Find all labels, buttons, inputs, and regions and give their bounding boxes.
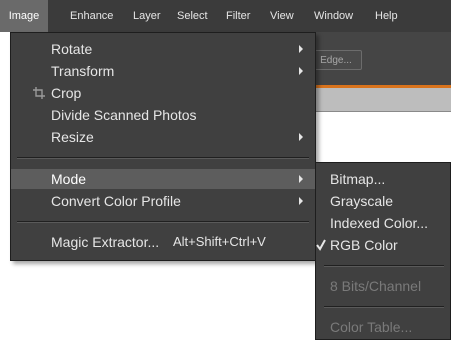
menu-layer[interactable]: Layer	[133, 0, 161, 32]
menu-item-label: Color Table...	[330, 319, 413, 335]
menu-help[interactable]: Help	[375, 0, 398, 32]
menu-item-label: Magic Extractor...	[51, 234, 160, 250]
menu-item-label: Crop	[51, 85, 82, 101]
menu-image[interactable]: Image	[0, 0, 48, 32]
crop-icon	[33, 87, 45, 99]
submenu-arrow-icon	[299, 197, 303, 205]
menu-item-label: Mode	[51, 171, 87, 187]
menu-item-indexed-color[interactable]: Indexed Color...	[316, 213, 450, 233]
submenu-arrow-icon	[299, 67, 303, 75]
menu-item-shortcut: Alt+Shift+Ctrl+V	[173, 234, 266, 249]
menu-item-label: Transform	[51, 63, 115, 79]
menu-item-label: Resize	[51, 129, 94, 145]
menu-item-rgb-color[interactable]: RGB Color	[316, 235, 450, 255]
checkmark-icon	[316, 239, 326, 251]
submenu-arrow-icon	[299, 45, 303, 53]
menu-select[interactable]: Select	[177, 0, 208, 32]
menu-item-crop[interactable]: Crop	[11, 83, 315, 103]
menu-item-8-bits-channel: 8 Bits/Channel	[316, 276, 450, 296]
submenu-arrow-icon	[299, 175, 303, 183]
menu-item-label: Indexed Color...	[330, 215, 429, 231]
menu-separator	[17, 221, 309, 223]
menu-item-bitmap[interactable]: Bitmap...	[316, 169, 450, 189]
menu-item-label: Bitmap...	[330, 171, 386, 187]
menu-view[interactable]: View	[270, 0, 294, 32]
menu-item-label: Convert Color Profile	[51, 193, 181, 209]
menu-item-rotate[interactable]: Rotate	[11, 39, 315, 59]
menu-separator	[324, 306, 444, 308]
menu-item-label: Divide Scanned Photos	[51, 107, 197, 123]
menu-item-color-table: Color Table...	[316, 317, 450, 337]
refine-edge-button[interactable]: Edge...	[310, 50, 362, 70]
menu-filter[interactable]: Filter	[226, 0, 250, 32]
menu-item-mode[interactable]: Mode	[11, 169, 315, 189]
mode-submenu: Bitmap... Grayscale Indexed Color... RGB…	[315, 162, 451, 340]
submenu-arrow-icon	[299, 133, 303, 141]
menu-item-transform[interactable]: Transform	[11, 61, 315, 81]
menu-item-label: Grayscale	[330, 193, 394, 209]
menu-enhance[interactable]: Enhance	[70, 0, 113, 32]
menu-item-convert-color-profile[interactable]: Convert Color Profile	[11, 191, 315, 211]
menu-window[interactable]: Window	[314, 0, 353, 32]
menu-item-grayscale[interactable]: Grayscale	[316, 191, 450, 211]
document-tab-bar	[310, 88, 451, 112]
menu-separator	[324, 265, 444, 267]
menu-item-label: Rotate	[51, 41, 93, 57]
image-menu-dropdown: Rotate Transform Crop Divide Scanned Pho…	[10, 32, 316, 261]
menu-item-divide-scanned-photos[interactable]: Divide Scanned Photos	[11, 105, 315, 125]
menu-item-label: RGB Color	[330, 237, 398, 253]
menu-item-resize[interactable]: Resize	[11, 127, 315, 147]
menu-bar: Image Enhance Layer Select Filter View W…	[0, 0, 451, 32]
menu-separator	[17, 157, 309, 159]
menu-item-label: 8 Bits/Channel	[330, 278, 422, 294]
menu-item-magic-extractor[interactable]: Magic Extractor... Alt+Shift+Ctrl+V	[11, 232, 315, 252]
